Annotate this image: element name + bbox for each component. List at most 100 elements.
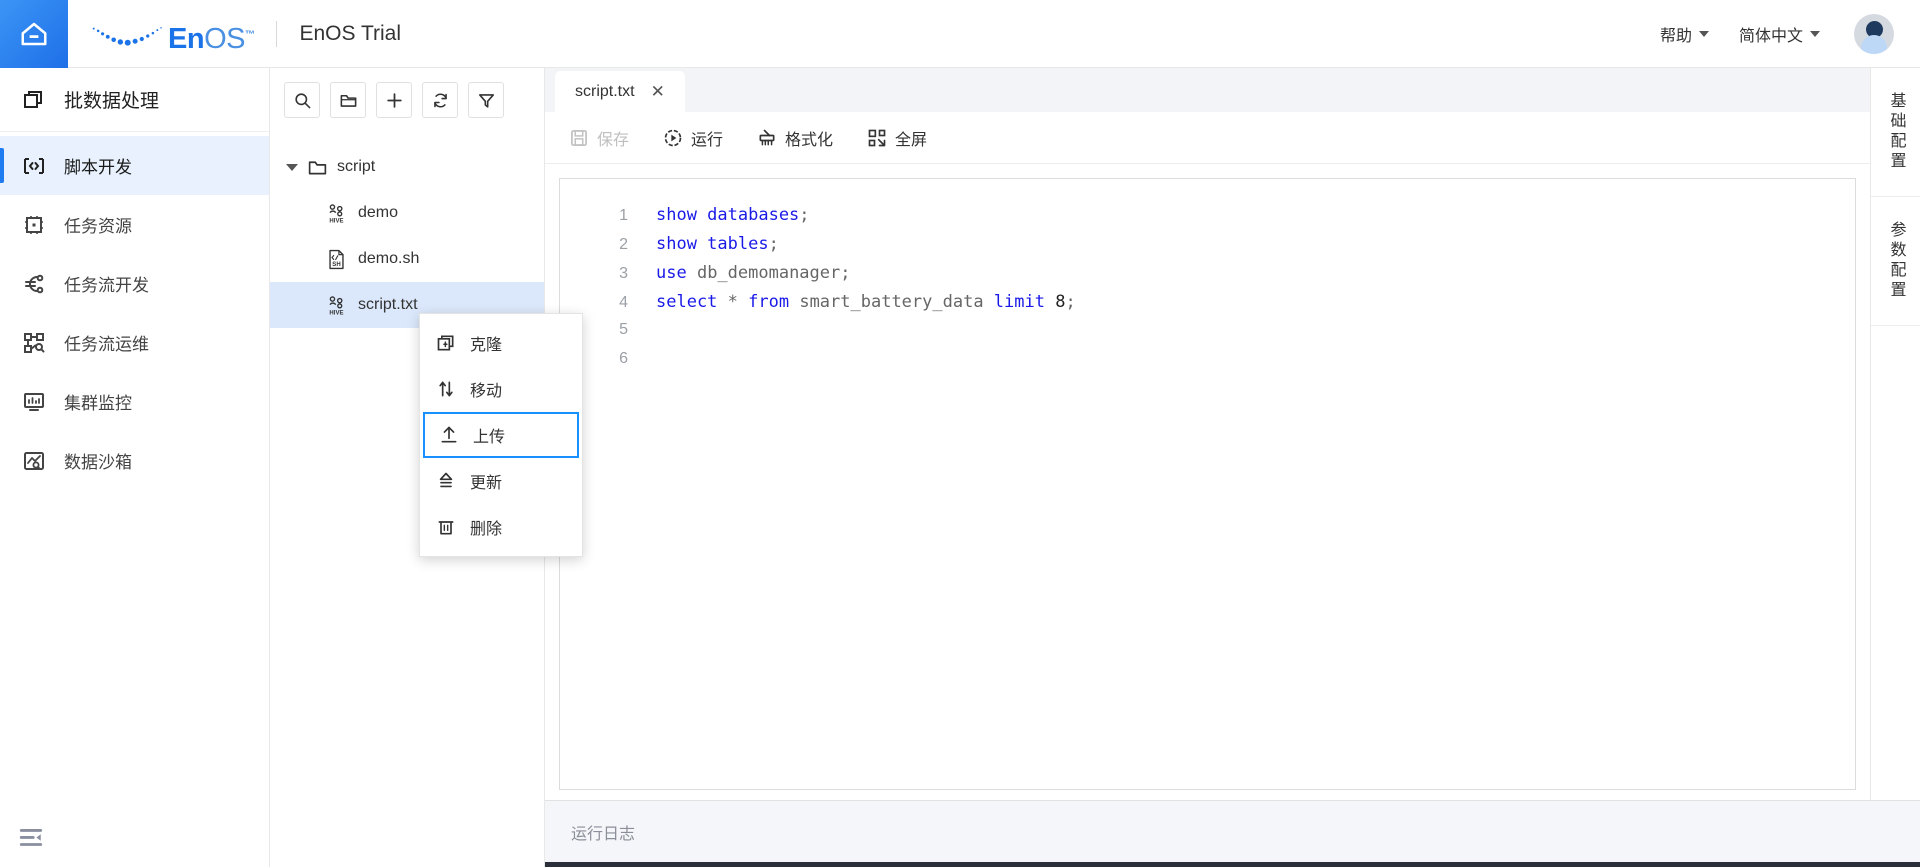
- format-label: 格式化: [785, 131, 834, 149]
- sidebar-item-workflow-dev[interactable]: 任务流开发: [0, 254, 269, 313]
- context-menu-item-label: 克隆: [470, 337, 503, 354]
- tab-label: script.txt: [575, 82, 635, 100]
- run-log-panel: 运行日志: [545, 800, 1920, 862]
- sidebar-item-data-sandbox[interactable]: 数据沙箱: [0, 431, 269, 490]
- context-menu: 克隆 移动 上传 更新 删除: [419, 313, 583, 557]
- sidebar: 批数据处理 脚本开发 任务资源 任务流开发 任务流运维 集群监控 数据沙箱: [0, 68, 270, 867]
- fullscreen-icon: [868, 129, 886, 146]
- line-number: 1: [619, 207, 628, 224]
- logo-os-text: OS: [204, 22, 245, 55]
- sidebar-item-script-dev[interactable]: 脚本开发: [0, 136, 269, 195]
- right-config-tabs: 基础配置 参数配置: [1870, 68, 1920, 800]
- line-number: 2: [619, 236, 628, 253]
- enos-logo-dots-icon: [92, 26, 162, 46]
- svg-text:SH: SH: [332, 261, 340, 267]
- sidebar-item-label: 集群监控: [64, 394, 132, 413]
- update-icon: [439, 472, 453, 488]
- brand: EnOS™ EnOS Trial: [68, 14, 401, 54]
- tree-node-demo-sh[interactable]: SH demo.sh: [270, 236, 544, 282]
- code-line: 2 show tables;: [560, 234, 1855, 263]
- run-label: 运行: [691, 131, 724, 149]
- code-editor[interactable]: 1 show databases; 2 show tables; 3 use db_dem…: [559, 178, 1856, 790]
- enos-logo: EnOS™: [90, 14, 255, 55]
- data-sandbox-icon: [24, 451, 44, 470]
- new-folder-button[interactable]: [330, 82, 366, 118]
- svg-text:HIVE: HIVE: [329, 218, 343, 224]
- editor-surface: 1 show databases; 2 show tables; 3 use db_dem…: [545, 164, 1870, 800]
- fullscreen-label: 全屏: [895, 131, 928, 149]
- enos-wordmark: EnOS™: [168, 22, 255, 55]
- main-content: script.txt ✕ 保存 运行 格式化 全屏 1 show databas…: [545, 68, 1920, 867]
- sidebar-item-label: 数据沙箱: [64, 453, 132, 472]
- chevron-down-icon[interactable]: [286, 163, 298, 171]
- format-icon: [759, 129, 775, 145]
- cluster-monitor-icon: [24, 392, 44, 411]
- app-root: EnOS™ EnOS Trial 帮助 简体中文 批数据处理 脚本开发 任务资源…: [0, 0, 1920, 867]
- upload-icon: [441, 426, 457, 443]
- tree-node-folder[interactable]: script: [270, 144, 544, 190]
- code-line: 4 select * from smart_battery_data limit …: [560, 292, 1855, 321]
- editor-and-side: script.txt ✕ 保存 运行 格式化 全屏 1 show databas…: [545, 68, 1920, 800]
- context-menu-item-delete[interactable]: 删除: [420, 504, 582, 550]
- code-line: 1 show databases;: [560, 205, 1855, 234]
- plus-icon: [386, 92, 402, 108]
- context-menu-item-label: 删除: [470, 521, 503, 538]
- avatar[interactable]: [1854, 13, 1894, 54]
- sidebar-item-label: 任务流开发: [64, 276, 149, 295]
- tab-script-txt[interactable]: script.txt ✕: [555, 71, 685, 112]
- line-number: 3: [619, 265, 628, 282]
- sidebar-item-workflow-ops[interactable]: 任务流运维: [0, 313, 269, 372]
- sidebar-item-task-resource[interactable]: 任务资源: [0, 195, 269, 254]
- filter-button[interactable]: [468, 82, 504, 118]
- language-menu[interactable]: 简体中文: [1739, 22, 1820, 46]
- format-button[interactable]: 格式化: [757, 126, 833, 150]
- context-menu-item-update[interactable]: 更新: [420, 458, 582, 504]
- context-menu-item-clone[interactable]: 克隆: [420, 320, 582, 366]
- close-icon[interactable]: ✕: [651, 83, 665, 100]
- header-actions: 帮助 简体中文: [1660, 13, 1920, 54]
- app-body: 批数据处理 脚本开发 任务资源 任务流开发 任务流运维 集群监控 数据沙箱 sc…: [0, 68, 1920, 867]
- code-text: select * from smart_battery_data limit 8…: [656, 292, 1076, 312]
- home-button[interactable]: [0, 0, 68, 68]
- search-button[interactable]: [284, 82, 320, 118]
- script-code-icon: [24, 157, 44, 174]
- code-line: 6: [560, 350, 1855, 379]
- run-log-title: 运行日志: [571, 825, 636, 843]
- batch-data-icon: [24, 90, 42, 108]
- tree-node-demo[interactable]: HIVE demo: [270, 190, 544, 236]
- tab-parameter-config[interactable]: 参数配置: [1871, 197, 1920, 326]
- code-text: show databases;: [656, 205, 810, 225]
- collapse-sidebar-icon[interactable]: [18, 825, 44, 851]
- save-label: 保存: [597, 131, 630, 149]
- editor-toolbar: 保存 运行 格式化 全屏: [545, 112, 1870, 164]
- code-text: use db_demomanager;: [656, 263, 851, 283]
- hive-file-icon: HIVE: [329, 203, 344, 224]
- refresh-button[interactable]: [422, 82, 458, 118]
- save-icon: [571, 129, 587, 146]
- tree-node-label: script: [337, 158, 376, 175]
- help-menu[interactable]: 帮助: [1660, 22, 1709, 46]
- svg-text:HIVE: HIVE: [329, 310, 343, 316]
- sidebar-item-cluster-monitor[interactable]: 集群监控: [0, 372, 269, 431]
- context-menu-item-move[interactable]: 移动: [420, 366, 582, 412]
- save-button[interactable]: 保存: [569, 126, 629, 150]
- avatar-body: [1861, 34, 1887, 54]
- context-menu-item-label: 上传: [473, 429, 506, 446]
- tab-basic-config[interactable]: 基础配置: [1871, 68, 1920, 197]
- sidebar-item-label: 任务流运维: [64, 335, 149, 354]
- tree-node-label: script.txt: [358, 296, 418, 313]
- folder-icon: [308, 160, 327, 174]
- context-menu-item-label: 移动: [470, 383, 503, 400]
- context-menu-item-upload[interactable]: 上传: [423, 412, 579, 458]
- home-icon: [21, 22, 47, 45]
- fullscreen-button[interactable]: 全屏: [867, 126, 927, 150]
- workflow-ops-icon: [24, 332, 45, 353]
- run-button[interactable]: 运行: [663, 126, 723, 150]
- sidebar-item-label: 任务资源: [64, 217, 132, 236]
- chevron-down-icon: [1810, 30, 1820, 37]
- add-button[interactable]: [376, 82, 412, 118]
- code-line: 3 use db_demomanager;: [560, 263, 1855, 292]
- help-menu-label: 帮助: [1659, 27, 1692, 45]
- sidebar-module-header: 批数据处理: [0, 68, 269, 132]
- page-title: EnOS Trial: [299, 21, 402, 45]
